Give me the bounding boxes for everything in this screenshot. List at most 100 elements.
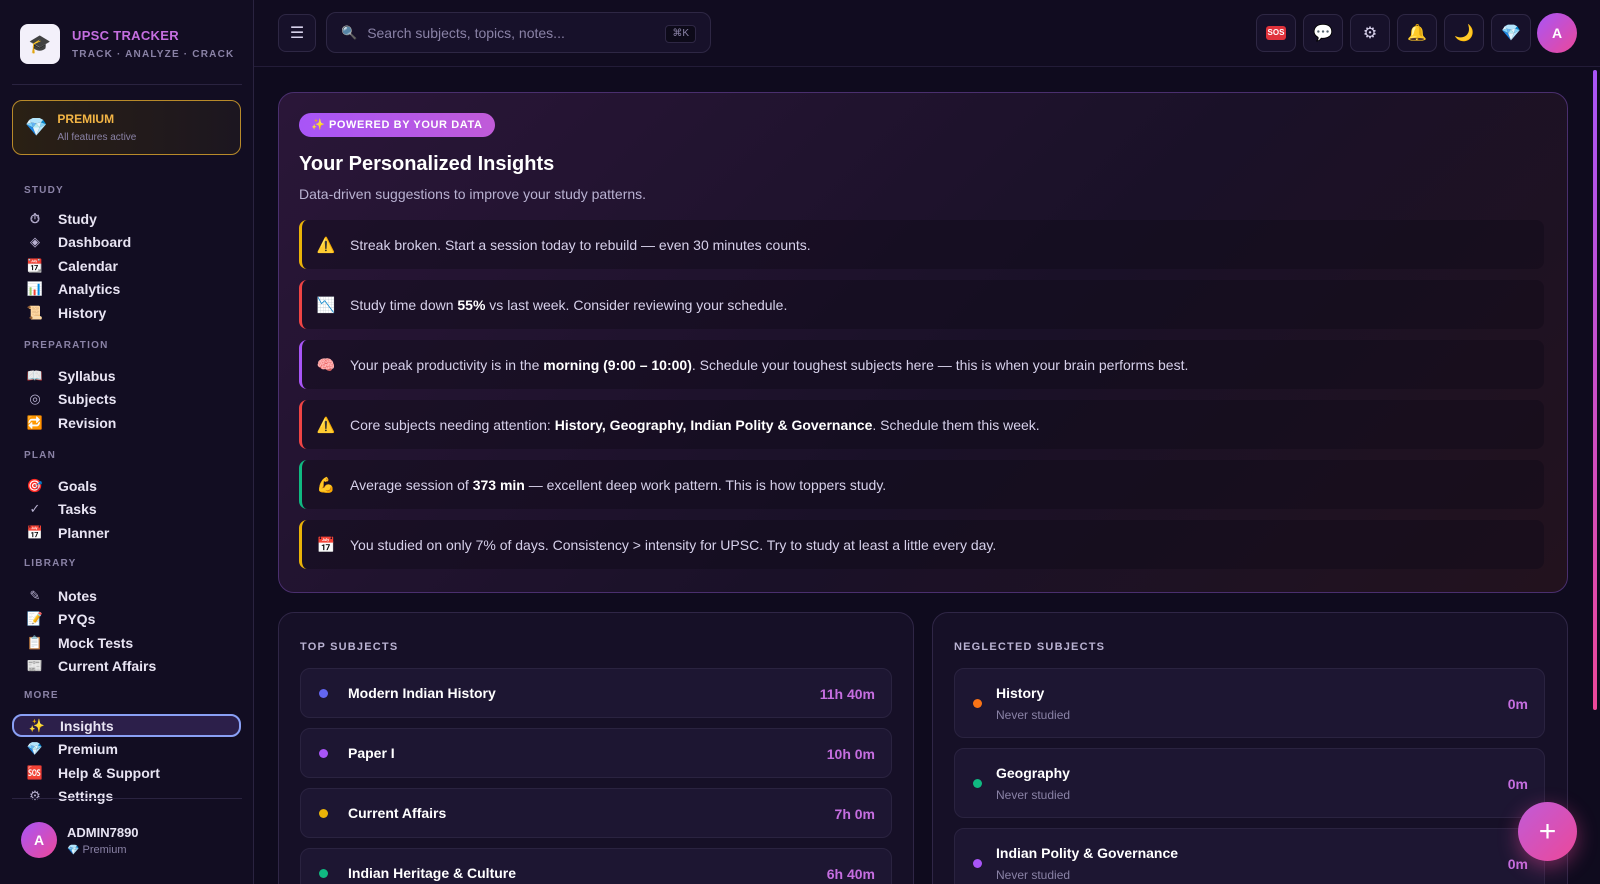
sidebar-item-settings[interactable]: ⚙ Settings — [12, 785, 241, 808]
mock-tests-icon: 📋 — [26, 634, 44, 650]
sidebar-item-goals[interactable]: 🎯 Goals — [12, 474, 241, 497]
subject-color-dot — [319, 808, 328, 818]
sidebar-item-mock-tests[interactable]: 📋 Mock Tests — [12, 631, 241, 654]
premium-status-card[interactable]: 💎 PREMIUM All features active — [12, 100, 241, 155]
tasks-icon: ✓ — [29, 501, 41, 516]
sidebar-item-help-support[interactable]: 🆘 Help & Support — [12, 761, 241, 784]
planner-icon: 📅 — [26, 524, 44, 540]
insight-text-part: — excellent deep work pattern. This is h… — [524, 476, 887, 493]
list-item[interactable]: Current Affairs 7h 0m — [300, 788, 892, 838]
settings-button[interactable]: ⚙ — [1350, 14, 1390, 52]
sidebar-item-current-affairs[interactable]: 📰 Current Affairs — [12, 655, 241, 678]
sidebar-item-label: Analytics — [58, 281, 121, 297]
subject-time: 6h 40m — [826, 866, 875, 882]
pyqs-icon: 📝 — [26, 611, 44, 626]
sos-button[interactable]: SOS — [1256, 14, 1296, 52]
analytics-icon: 📊 — [26, 281, 44, 296]
sidebar-item-insights[interactable]: ✨ Insights — [12, 714, 241, 737]
brand[interactable]: 🎓 UPSC TRACKER TRACK · ANALYZE · CRACK — [20, 24, 234, 64]
page-title: Your Personalized Insights — [299, 153, 555, 175]
list-item[interactable]: Geography Never studied 0m — [954, 748, 1545, 818]
insight-item: 🧠 Your peak productivity is in the mornin… — [299, 340, 1544, 389]
insight-highlight: morning (9:00 – 10:00) — [543, 356, 692, 373]
subject-color-dot — [973, 779, 982, 788]
add-button[interactable]: + — [1518, 802, 1577, 861]
subject-color-dot — [973, 699, 982, 708]
list-item[interactable]: Indian Polity & Governance Never studied 0… — [954, 828, 1545, 884]
page-scrollbar[interactable] — [1593, 70, 1597, 710]
sidebar-item-study[interactable]: ⏱ Study — [12, 207, 241, 230]
premium-button[interactable]: 💎 — [1491, 14, 1531, 52]
user-plan: 💎 Premium — [67, 844, 139, 856]
sidebar-item-syllabus[interactable]: 📖 Syllabus — [12, 364, 241, 387]
sidebar-item-pyqs[interactable]: 📝 PYQs — [12, 608, 241, 631]
sidebar-item-subjects[interactable]: ◎ Subjects — [12, 388, 241, 411]
insight-highlight: 55% — [457, 296, 486, 313]
insight-text-part: Study time down — [350, 296, 458, 313]
subject-status: Never studied — [996, 868, 1071, 882]
theme-toggle-button[interactable]: 🌙 — [1444, 14, 1484, 52]
subject-color-dot — [319, 748, 328, 758]
dashboard-icon: ◈ — [30, 234, 40, 249]
sidebar-divider — [12, 84, 242, 85]
list-item[interactable]: History Never studied 0m — [954, 668, 1545, 738]
menu-toggle-button[interactable]: ☰ — [278, 14, 316, 52]
premium-icon: 💎 — [26, 741, 44, 756]
sidebar-item-label: Subjects — [58, 391, 117, 407]
sidebar-item-analytics[interactable]: 📊 Analytics — [12, 278, 241, 301]
list-item[interactable]: Indian Heritage & Culture 6h 40m — [300, 848, 892, 884]
syllabus-icon: 📖 — [26, 367, 44, 383]
sidebar-item-calendar[interactable]: 📆 Calendar — [12, 254, 241, 277]
insight-icon: 📉 — [316, 296, 336, 314]
premium-title: PREMIUM — [57, 112, 115, 126]
insight-item: ⚠️ Core subjects needing attention: Histo… — [299, 400, 1544, 449]
sidebar-item-tasks[interactable]: ✓ Tasks — [12, 498, 241, 521]
search-box[interactable]: 🔍 ⌘K — [326, 12, 711, 53]
powered-by-badge: ✨ POWERED BY YOUR DATA — [299, 113, 495, 137]
sidebar-item-premium[interactable]: 💎 Premium — [12, 738, 241, 761]
search-input[interactable] — [367, 24, 668, 41]
gear-icon: ⚙ — [1362, 25, 1378, 42]
subject-color-dot — [319, 868, 328, 878]
avatar[interactable]: A — [1537, 13, 1577, 53]
brand-title: UPSC TRACKER — [72, 28, 179, 43]
insight-icon: 🧠 — [316, 356, 336, 374]
notifications-button[interactable]: 🔔 — [1397, 14, 1437, 52]
diamond-icon: 💎 — [25, 117, 48, 137]
subject-time: 0m — [1507, 776, 1528, 792]
list-item[interactable]: Modern Indian History 11h 40m — [300, 668, 892, 718]
sidebar-item-planner[interactable]: 📅 Planner — [12, 521, 241, 544]
study-icon: ⏱ — [29, 210, 41, 226]
user-profile[interactable]: A ADMIN7890 💎 Premium — [21, 822, 139, 858]
diamond-icon: 💎 — [1501, 25, 1521, 42]
sidebar-item-notes[interactable]: ✎ Notes — [12, 584, 241, 607]
plus-icon: + — [1538, 814, 1557, 848]
notes-icon: ✎ — [29, 587, 41, 603]
insight-text: Average session of 373 min — excellent d… — [350, 477, 886, 493]
sidebar-item-label: Calendar — [58, 257, 118, 274]
insights-card: ✨ POWERED BY YOUR DATA Your Personalized… — [278, 92, 1568, 593]
sidebar-item-label: Goals — [58, 477, 97, 494]
study-logo-icon: 🎓 — [20, 24, 60, 64]
history-icon: 📜 — [26, 304, 44, 320]
insight-text-part: . Schedule your toughest subjects here —… — [691, 356, 1189, 373]
insight-text-part: You studied on only 7% of days. Consiste… — [350, 536, 997, 553]
subject-time: 10h 0m — [826, 746, 875, 762]
nav-section-title: PREPARATION — [24, 340, 109, 351]
chat-button[interactable]: 💬 — [1303, 14, 1343, 52]
list-item[interactable]: Paper I 10h 0m — [300, 728, 892, 778]
sidebar: 🎓 UPSC TRACKER TRACK · ANALYZE · CRACK 💎… — [0, 0, 254, 884]
sidebar-item-dashboard[interactable]: ◈ Dashboard — [12, 231, 241, 254]
subject-status: Never studied — [996, 708, 1071, 722]
sidebar-item-history[interactable]: 📜 History — [12, 301, 241, 324]
current-affairs-icon: 📰 — [26, 658, 44, 673]
revision-icon: 🔁 — [26, 414, 44, 430]
top-bar: ☰ 🔍 ⌘K SOS 💬 ⚙ 🔔 🌙 💎 A — [254, 0, 1600, 67]
subject-time: 7h 0m — [834, 806, 875, 822]
insight-icon: 📅 — [316, 536, 336, 554]
subject-name: Modern Indian History — [348, 685, 496, 701]
sidebar-item-revision[interactable]: 🔁 Revision — [12, 411, 241, 434]
sidebar-item-label: Dashboard — [58, 234, 132, 250]
diamond-icon: 💎 — [67, 844, 80, 856]
sidebar-item-label: Planner — [58, 524, 110, 541]
